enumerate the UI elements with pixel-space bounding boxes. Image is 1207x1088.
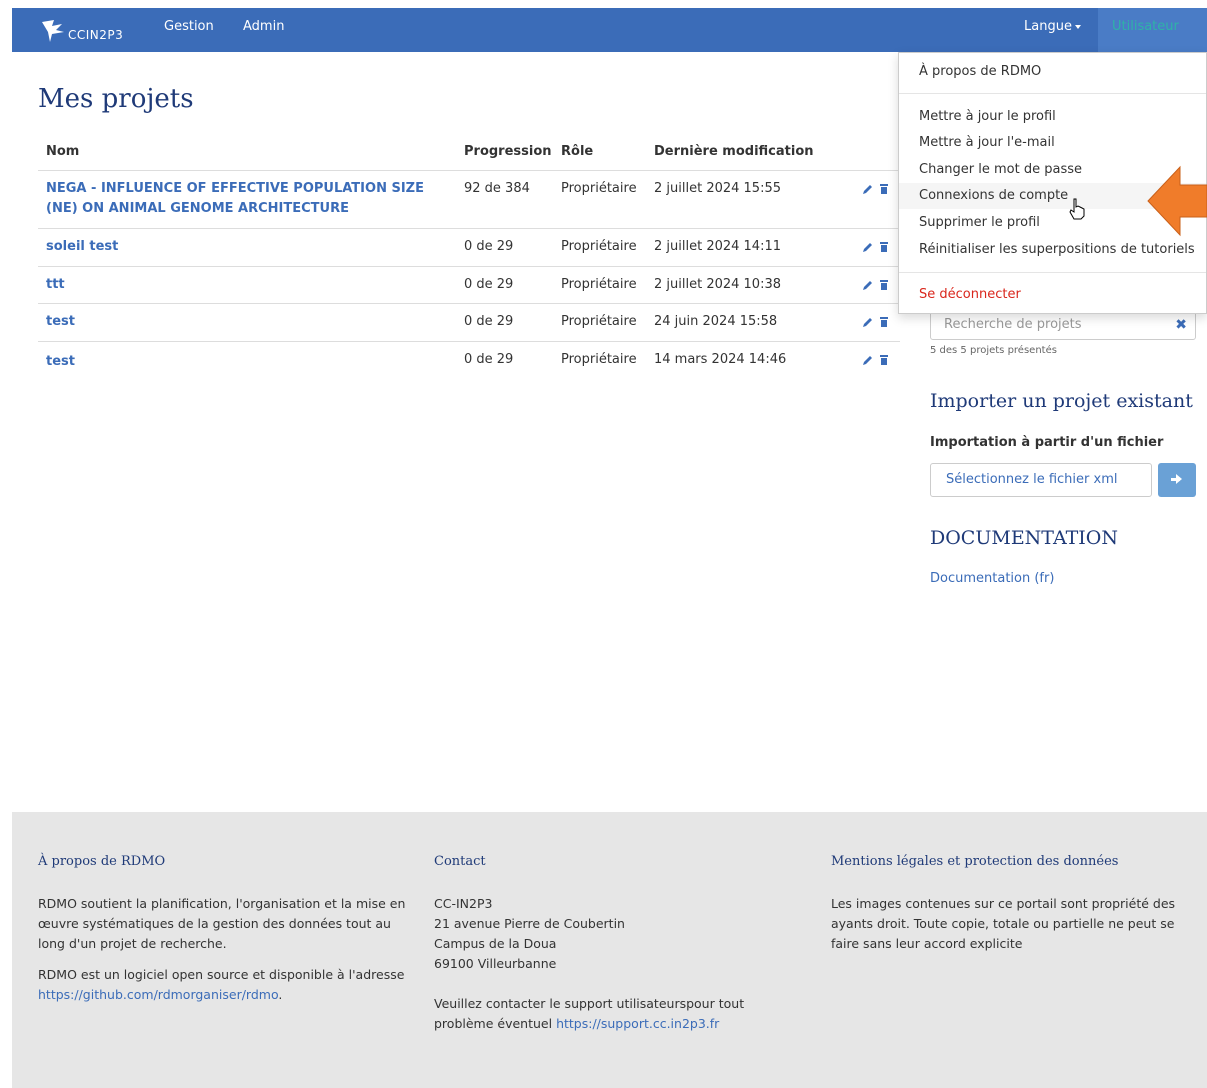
import-subheading: Importation à partir d'un fichier [930, 435, 1164, 450]
footer: À propos de RDMO RDMO soutient la planif… [12, 812, 1207, 1088]
footer-about-title: À propos de RDMO [38, 854, 166, 869]
project-modified: 2 juillet 2024 15:55 [654, 181, 781, 196]
trash-icon[interactable] [878, 354, 890, 366]
documentation-link[interactable]: Documentation (fr) [930, 571, 1054, 586]
menu-item-about[interactable]: À propos de RDMO [899, 59, 1206, 85]
language-label: Langue [1024, 19, 1072, 34]
project-modified: 2 juillet 2024 10:38 [654, 277, 781, 292]
menu-divider [899, 272, 1206, 273]
row-actions [862, 183, 890, 195]
import-heading: Importer un projet existant [930, 390, 1193, 412]
table-row: NEGA - INFLUENCE OF EFFECTIVE POPULATION… [38, 170, 900, 228]
hand-cursor-icon [1069, 198, 1085, 220]
trash-icon[interactable] [878, 279, 890, 291]
column-header-role[interactable]: Rôle [561, 144, 593, 159]
table-row: test 0 de 29 Propriétaire 24 juin 2024 1… [38, 303, 900, 341]
project-modified: 14 mars 2024 14:46 [654, 352, 787, 367]
column-header-modified[interactable]: Dernière modification [654, 144, 814, 159]
user-name: Utilisateur [1112, 19, 1179, 34]
project-role: Propriétaire [561, 277, 637, 292]
github-link[interactable]: https://github.com/rdmorganiser/rdmo [38, 987, 278, 1002]
project-modified: 24 juin 2024 15:58 [654, 314, 778, 329]
footer-contact-title: Contact [434, 854, 486, 869]
project-name-link[interactable]: test [46, 312, 75, 332]
language-dropdown[interactable]: Langue [1024, 8, 1081, 52]
column-header-progress[interactable]: Progression [464, 144, 552, 159]
menu-item-update-email[interactable]: Mettre à jour l'e-mail [899, 130, 1206, 156]
support-link[interactable]: https://support.cc.in2p3.fr [556, 1016, 719, 1031]
row-actions [862, 316, 890, 328]
footer-contact-text: Veuillez contacter le support utilisateu… [434, 996, 745, 1031]
caret-down-icon [1074, 24, 1081, 29]
menu-divider [899, 93, 1206, 94]
table-row: test 0 de 29 Propriétaire 14 mars 2024 1… [38, 341, 900, 379]
pencil-icon[interactable] [862, 316, 874, 328]
select-file-button[interactable]: Sélectionnez le fichier xml [930, 463, 1152, 497]
footer-about-text: RDMO soutient la planification, l'organi… [38, 896, 406, 951]
project-search-input[interactable]: Recherche de projets ✖ [930, 310, 1196, 340]
brand-text: CCIN2P3 [68, 28, 124, 42]
row-actions [862, 354, 890, 366]
project-role: Propriétaire [561, 181, 637, 196]
nav-link-gestion[interactable]: Gestion [164, 8, 214, 52]
footer-legal-title: Mentions légales et protection des donné… [831, 854, 1119, 869]
menu-item-reset-tutorials[interactable]: Réinitialiser les superpositions de tuto… [899, 237, 1206, 263]
pencil-icon[interactable] [862, 279, 874, 291]
table-row: soleil test 0 de 29 Propriétaire 2 juill… [38, 228, 900, 266]
project-name-link[interactable]: ttt [46, 275, 65, 295]
project-progress: 0 de 29 [464, 277, 514, 292]
user-menu-toggle[interactable]: Utilisateur [1098, 8, 1207, 52]
trash-icon[interactable] [878, 316, 890, 328]
search-result-count: 5 des 5 projets présentés [930, 345, 1057, 356]
project-role: Propriétaire [561, 352, 637, 367]
top-navbar: CCIN2P3 Gestion Admin Langue Utilisateur [12, 8, 1207, 52]
close-icon[interactable]: ✖ [1175, 311, 1187, 339]
footer-about-text-2: RDMO est un logiciel open source et disp… [38, 967, 405, 1002]
project-name-link[interactable]: soleil test [46, 237, 118, 257]
pencil-icon[interactable] [862, 241, 874, 253]
project-modified: 2 juillet 2024 14:11 [654, 239, 781, 254]
project-progress: 92 de 384 [464, 181, 530, 196]
project-role: Propriétaire [561, 314, 637, 329]
search-placeholder: Recherche de projets [944, 317, 1082, 332]
table-row: ttt 0 de 29 Propriétaire 2 juillet 2024 … [38, 266, 900, 303]
project-progress: 0 de 29 [464, 239, 514, 254]
project-role: Propriétaire [561, 239, 637, 254]
page-title: Mes projets [38, 84, 194, 114]
orange-arrow-icon [1147, 165, 1207, 237]
documentation-heading: DOCUMENTATION [930, 527, 1119, 549]
menu-item-update-profile[interactable]: Mettre à jour le profil [899, 104, 1206, 130]
project-progress: 0 de 29 [464, 314, 514, 329]
project-name-link[interactable]: test [46, 352, 75, 372]
project-progress: 0 de 29 [464, 352, 514, 367]
column-header-name[interactable]: Nom [46, 144, 79, 159]
row-actions [862, 241, 890, 253]
nav-link-admin[interactable]: Admin [243, 8, 284, 52]
project-name-link[interactable]: NEGA - INFLUENCE OF EFFECTIVE POPULATION… [46, 179, 441, 219]
row-actions [862, 279, 890, 291]
trash-icon[interactable] [878, 183, 890, 195]
pencil-icon[interactable] [862, 183, 874, 195]
logo-icon [42, 20, 64, 42]
arrow-right-icon[interactable] [1158, 463, 1196, 497]
trash-icon[interactable] [878, 241, 890, 253]
footer-contact-address: CC-IN2P3 21 avenue Pierre de Coubertin C… [434, 896, 625, 971]
pencil-icon[interactable] [862, 354, 874, 366]
brand-logo[interactable]: CCIN2P3 [40, 14, 135, 48]
menu-item-logout[interactable]: Se déconnecter [899, 282, 1206, 308]
footer-legal-text: Les images contenues sur ce portail sont… [831, 896, 1176, 951]
